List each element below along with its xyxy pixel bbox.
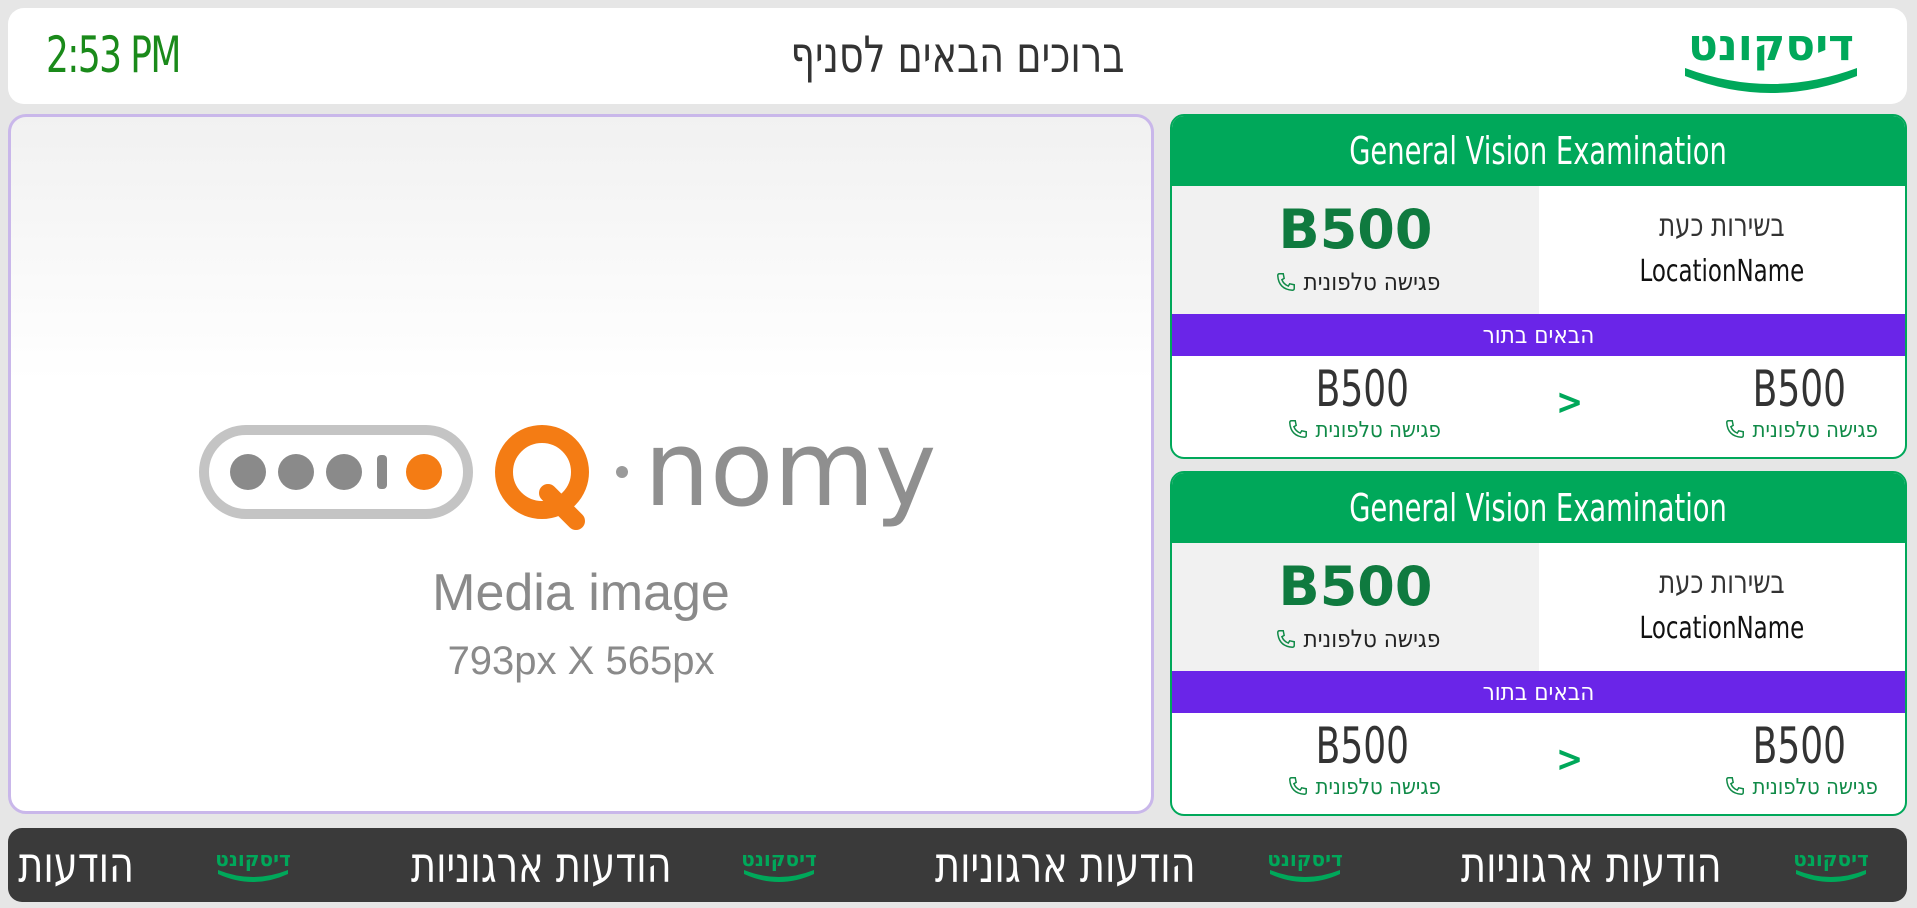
welcome-text: ברוכים הבאים לסניף (790, 26, 1125, 84)
ticker-message-text: הודעות ארגוניות (410, 836, 672, 894)
next-ticket-number: B500 (1669, 717, 1905, 775)
discount-logo: דיסקונט (1671, 20, 1871, 96)
now-serving-label: בשירות כעת (1539, 206, 1905, 244)
location-name-text: LocationName (1639, 611, 1805, 646)
ticker-logo: דיסקונט (1267, 847, 1343, 882)
next-in-line-bar: הבאים בתור (1172, 314, 1905, 356)
qnomy-dot-2 (278, 454, 314, 490)
current-ticket-type: פגישה טלפונית (1172, 625, 1539, 653)
service-card: General Vision Examination B500 פגישה טל… (1170, 114, 1907, 459)
next-ticket: B500 פגישה טלפונית (1232, 717, 1492, 800)
service-header: General Vision Examination (1172, 473, 1905, 543)
next-ticket: B500 פגישה טלפונית (1232, 360, 1492, 443)
qnomy-logo: nomy (199, 408, 936, 530)
ticker-logo-text: דיסקונט (215, 847, 290, 871)
now-serving-text: בשירות כעת (1659, 206, 1785, 244)
phone-icon (1726, 420, 1745, 438)
service-name: General Vision Examination (1349, 129, 1728, 173)
next-ticket-type: פגישה טלפונית (1669, 775, 1905, 800)
current-ticket-box: B500 פגישה טלפונית (1172, 543, 1539, 671)
ticker-message: הודעות ארגוניות (912, 836, 1219, 894)
phone-icon (1276, 630, 1295, 648)
welcome-title: ברוכים הבאים לסניף (150, 26, 1764, 84)
next-ticket-number-text: B500 (1315, 360, 1409, 418)
ticker-message-text: הודעות ארגוניות (934, 836, 1196, 894)
next-in-line-bar: הבאים בתור (1172, 671, 1905, 713)
location-name-text: LocationName (1639, 254, 1805, 289)
current-ticket-type: פגישה טלפונית (1172, 268, 1539, 296)
ticker-message: הודעות ארגוניות (388, 836, 695, 894)
discount-logo-graphic: דיסקונט (1685, 20, 1857, 93)
next-ticket-number-text: B500 (1752, 360, 1846, 418)
ticker-logo: דיסקונט (741, 847, 817, 882)
next-type-label: פגישה טלפונית (1315, 418, 1441, 443)
current-type-label: פגישה טלפונית (1303, 268, 1441, 296)
next-ticket-number: B500 (1232, 717, 1492, 775)
service-name: General Vision Examination (1349, 486, 1728, 530)
current-ticket-number: B500 (1278, 198, 1433, 261)
ticker-partial-text: הודעות (18, 836, 134, 894)
ticker-logo-text: דיסקונט (1267, 847, 1342, 871)
next-ticket: B500 פגישה טלפונית (1669, 717, 1905, 800)
location-box: בשירות כעת LocationName (1539, 186, 1905, 314)
next-ticket-type: פגישה טלפונית (1232, 418, 1492, 443)
qnomy-middot (616, 466, 628, 478)
current-serving: B500 פגישה טלפונית בשירות כעת LocationNa… (1172, 543, 1905, 671)
location-name: LocationName (1539, 611, 1905, 646)
logo-swoosh (1685, 68, 1857, 93)
next-ticket-type: פגישה טלפונית (1669, 418, 1905, 443)
ticker-logo: דיסקונט (215, 847, 291, 882)
ticker-logo: דיסקונט (1793, 847, 1869, 882)
qnomy-dot-3 (326, 454, 362, 490)
ticker-message-partial: הודעות (8, 836, 144, 894)
announcement-ticker: דיסקונט הודעות ארגוניות דיסקונט הודעות א… (8, 828, 1907, 902)
header-bar: 2:53 PM ברוכים הבאים לסניף דיסקונט (8, 8, 1907, 104)
ticker-logo-text: דיסקונט (741, 847, 816, 871)
qnomy-bar (377, 455, 387, 489)
qnomy-dot-orange (406, 454, 442, 490)
next-type-label: פגישה טלפונית (1315, 775, 1441, 800)
next-ticket-type: פגישה טלפונית (1232, 775, 1492, 800)
current-type-label: פגישה טלפונית (1303, 625, 1441, 653)
next-type-label: פגישה טלפונית (1752, 775, 1878, 800)
media-title: Media image (432, 564, 730, 622)
current-ticket-box: B500 פגישה טלפונית (1172, 186, 1539, 314)
next-type-label: פגישה טלפונית (1752, 418, 1878, 443)
ticker-message-text: הודעות ארגוניות (1460, 836, 1722, 894)
current-serving: B500 פגישה טלפונית בשירות כעת LocationNa… (1172, 186, 1905, 314)
now-serving-text: בשירות כעת (1659, 563, 1785, 601)
next-ticket-number: B500 (1232, 360, 1492, 418)
media-panel: nomy Media image 793px X 565px (8, 114, 1154, 814)
ticker-logo-text: דיסקונט (1793, 847, 1868, 871)
qnomy-dot-1 (230, 454, 266, 490)
ticker-message: הודעות ארגוניות (1438, 836, 1745, 894)
next-arrow: > (1556, 739, 1584, 780)
next-in-line-row: B500 פגישה טלפונית > B500 פגישה טלפונית (1172, 356, 1905, 455)
service-card: General Vision Examination B500 פגישה טל… (1170, 471, 1907, 816)
current-ticket-number: B500 (1278, 555, 1433, 618)
logo-text: דיסקונט (1688, 20, 1854, 71)
phone-icon (1276, 273, 1295, 291)
location-box: בשירות כעת LocationName (1539, 543, 1905, 671)
now-serving-label: בשירות כעת (1539, 563, 1905, 601)
next-ticket-number-text: B500 (1315, 717, 1409, 775)
phone-icon (1289, 420, 1308, 438)
next-ticket-number-text: B500 (1752, 717, 1846, 775)
next-ticket: B500 פגישה טלפונית (1669, 360, 1905, 443)
media-size: 793px X 565px (447, 639, 715, 683)
service-header: General Vision Examination (1172, 116, 1905, 186)
phone-icon (1289, 777, 1308, 795)
next-arrow: > (1556, 382, 1584, 423)
next-in-line-row: B500 פגישה טלפונית > B500 פגישה טלפונית (1172, 713, 1905, 812)
next-ticket-number: B500 (1669, 360, 1905, 418)
phone-icon (1726, 777, 1745, 795)
location-name: LocationName (1539, 254, 1905, 289)
qnomy-wordmark: nomy (644, 408, 936, 530)
